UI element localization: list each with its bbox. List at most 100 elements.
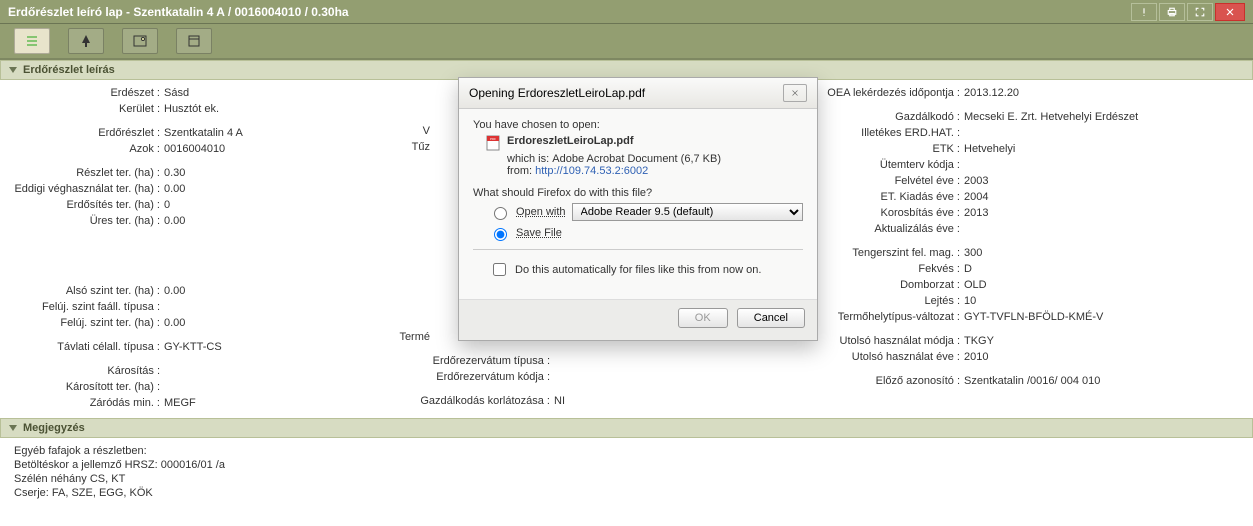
building-icon (186, 33, 202, 49)
label-erdeszet: Erdészet : (10, 86, 160, 100)
value-zarodas: MEGF (164, 396, 196, 410)
label-terme: Termé (310, 330, 430, 344)
dialog-filename: ErdoreszletLeiroLap.pdf (507, 135, 634, 147)
titlebar: Erdőrészlet leíró lap - Szentkatalin 4 A… (0, 0, 1253, 24)
section-header-notes[interactable]: Megjegyzés (0, 418, 1253, 438)
label-erdosites: Erdősítés ter. (ha) : (10, 198, 160, 212)
tab-calendar[interactable] (176, 28, 212, 54)
label-utolso-ev: Utolsó használat éve : (740, 350, 960, 364)
value-elozo: Szentkatalin /0016/ 004 010 (964, 374, 1100, 388)
label-ures: Üres ter. (ha) : (10, 214, 160, 228)
value-eddigi: 0.00 (164, 182, 185, 196)
label-elozo: Előző azonosító : (740, 374, 960, 388)
value-utolso-ev: 2010 (964, 350, 988, 364)
dialog-close-button[interactable] (783, 84, 807, 102)
svg-text:PDF: PDF (490, 137, 496, 141)
value-etk: Hetvehelyi (964, 142, 1015, 156)
label-save-file: Save File (516, 227, 562, 239)
label-reszlet-ter: Részlet ter. (ha) : (10, 166, 160, 180)
dialog-buttons: OK Cancel (459, 299, 817, 340)
label-tavlati: Távlati célall. típusa : (10, 340, 160, 354)
ok-button[interactable]: OK (678, 308, 728, 328)
value-azok: 0016004010 (164, 142, 225, 156)
label-gazd-korlat: Gazdálkodás korlátozása : (310, 394, 550, 408)
fullscreen-icon (1194, 6, 1206, 18)
value-domborzat: OLD (964, 278, 987, 292)
label-from: from: (507, 165, 532, 177)
collapse-icon (9, 425, 17, 431)
cancel-button[interactable]: Cancel (737, 308, 805, 328)
checkbox-auto[interactable] (493, 263, 506, 276)
select-application[interactable]: Adobe Reader 9.5 (default) (572, 203, 803, 221)
label-eddigi: Eddigi véghasználat ter. (ha) : (10, 182, 160, 196)
tab-tree[interactable] (68, 28, 104, 54)
value-from[interactable]: http://109.74.53.2:6002 (535, 165, 648, 177)
label-tuz: Tűz (310, 140, 430, 154)
value-feluj-ter: 0.00 (164, 316, 185, 330)
label-zarodas: Záródás min. : (10, 396, 160, 410)
exclamation-icon (1138, 6, 1150, 18)
print-button[interactable] (1159, 3, 1185, 21)
label-karositas: Károsítás : (10, 364, 160, 378)
label-azok: Azok : (10, 142, 160, 156)
label-v: V (310, 124, 430, 138)
dialog-titlebar: Opening ErdoreszletLeiroLap.pdf (459, 78, 817, 109)
label-feluj-ter: Felúj. szint ter. (ha) : (10, 316, 160, 330)
value-kiadas: 2004 (964, 190, 988, 204)
value-also: 0.00 (164, 284, 185, 298)
titlebar-actions (1131, 3, 1245, 21)
section-title: Erdőrészlet leírás (23, 64, 115, 76)
value-gazdalkodo: Mecseki E. Zrt. Hetvehelyi Erdészet (964, 110, 1138, 124)
value-erdoreszlet: Szentkatalin 4 A (164, 126, 243, 140)
collapse-icon (9, 67, 17, 73)
tab-image[interactable] (122, 28, 158, 54)
pdf-icon: PDF (485, 135, 501, 151)
label-auto: Do this automatically for files like thi… (515, 264, 761, 276)
dialog-title-text: Opening ErdoreszletLeiroLap.pdf (469, 86, 645, 100)
value-fekves: D (964, 262, 972, 276)
note-line: Szélén néhány CS, KT (14, 472, 1239, 486)
warn-button[interactable] (1131, 3, 1157, 21)
value-gazd-korlat: NI (554, 394, 565, 408)
value-tengerszint: 300 (964, 246, 982, 260)
value-felvetel: 2003 (964, 174, 988, 188)
label-erdoreszlet: Erdőrészlet : (10, 126, 160, 140)
left-column: Erdészet : Sásd Kerület : Husztót ek. Erdő… (0, 86, 300, 412)
value-erdosites: 0 (164, 198, 170, 212)
label-kerulet: Kerület : (10, 102, 160, 116)
tab-sheet[interactable] (14, 28, 50, 54)
value-kerulet: Husztót ek. (164, 102, 219, 116)
printer-icon (1166, 6, 1178, 18)
value-lejtes: 10 (964, 294, 976, 308)
label-rezervatum-tipus: Erdőrezervátum típusa : (310, 354, 550, 368)
section-title: Megjegyzés (23, 422, 85, 434)
notes-content: Egyéb fafajok a részletben: Betöltéskor … (0, 438, 1253, 506)
note-line: Betöltéskor a jellemző HRSZ: 000016/01 /… (14, 458, 1239, 472)
toolbar (0, 24, 1253, 60)
close-icon (790, 89, 800, 97)
radio-open-with[interactable] (494, 207, 507, 220)
label-karositott: Károsított ter. (ha) : (10, 380, 160, 394)
value-korosbitas: 2013 (964, 206, 988, 220)
dialog-intro: You have chosen to open: (473, 119, 803, 131)
image-icon (132, 33, 148, 49)
label-which-is: which is: (507, 153, 549, 165)
tree-icon (78, 33, 94, 49)
label-also: Alsó szint ter. (ha) : (10, 284, 160, 298)
download-dialog: Opening ErdoreszletLeiroLap.pdf You have… (458, 77, 818, 341)
value-reszlet-ter: 0.30 (164, 166, 185, 180)
value-termohely: GYT-TVFLN-BFÖLD-KMÉ-V (964, 310, 1103, 324)
dialog-question: What should Firefox do with this file? (473, 187, 803, 199)
dialog-body: You have chosen to open: PDF Erdoreszlet… (459, 109, 817, 299)
radio-save-file[interactable] (494, 228, 507, 241)
value-oea: 2013.12.20 (964, 86, 1019, 100)
label-open-with: Open with (516, 206, 566, 218)
lines-icon (24, 33, 40, 49)
note-line: Cserje: FA, SZE, EGG, KÖK (14, 486, 1239, 500)
value-which-is: Adobe Acrobat Document (6,7 KB) (552, 153, 721, 165)
value-erdeszet: Sásd (164, 86, 189, 100)
window-title: Erdőrészlet leíró lap - Szentkatalin 4 A… (8, 0, 349, 24)
label-rezervatum-kod: Erdőrezervátum kódja : (310, 370, 550, 384)
close-button[interactable] (1215, 3, 1245, 21)
fullscreen-button[interactable] (1187, 3, 1213, 21)
